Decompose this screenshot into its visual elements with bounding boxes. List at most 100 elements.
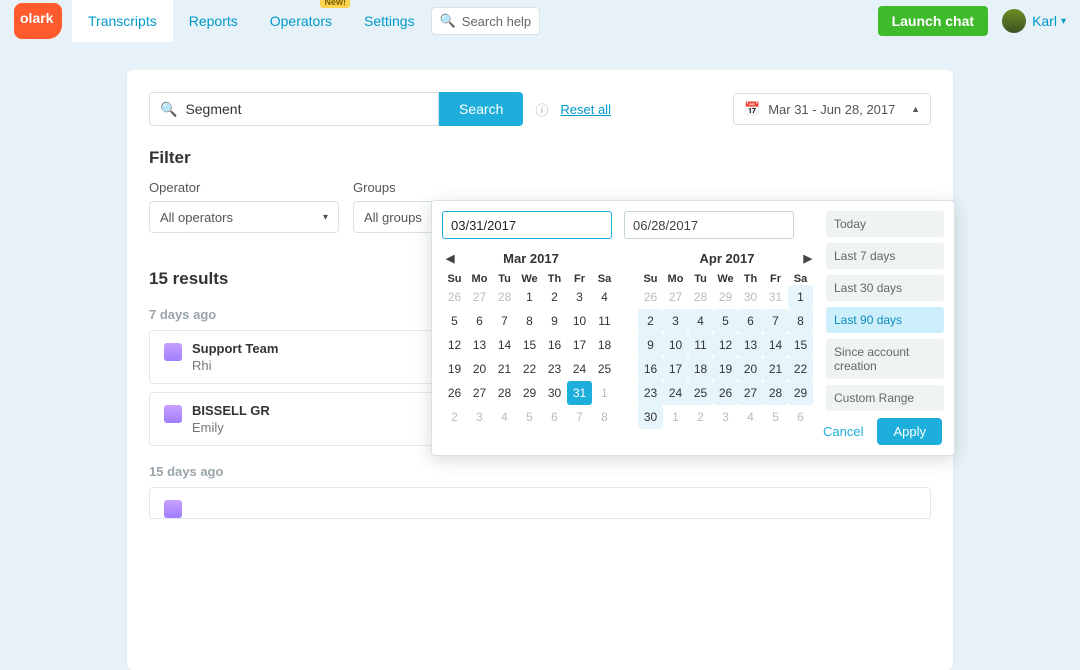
reset-all-link[interactable]: Reset all (560, 102, 611, 117)
calendar-day[interactable]: 28 (492, 381, 517, 405)
calendar-day[interactable]: 26 (442, 285, 467, 309)
help-search[interactable]: 🔍 Search help (431, 7, 541, 35)
calendar-day[interactable]: 21 (763, 357, 788, 381)
calendar-day[interactable]: 31 (763, 285, 788, 309)
start-date-input[interactable] (442, 211, 612, 239)
date-range-button[interactable]: 📅 Mar 31 - Jun 28, 2017 ▲ (733, 93, 931, 125)
calendar-day[interactable]: 1 (517, 285, 542, 309)
info-icon[interactable]: ⓘ (535, 100, 548, 119)
calendar-day[interactable]: 18 (688, 357, 713, 381)
calendar-day[interactable]: 5 (713, 309, 738, 333)
calendar-day[interactable]: 24 (567, 357, 592, 381)
calendar-day[interactable]: 27 (738, 381, 763, 405)
apply-button[interactable]: Apply (877, 418, 942, 445)
user-menu-caret-icon[interactable]: ▾ (1061, 16, 1066, 27)
calendar-day[interactable]: 17 (567, 333, 592, 357)
calendar-day[interactable]: 29 (788, 381, 813, 405)
calendar-day[interactable]: 22 (788, 357, 813, 381)
calendar-day[interactable]: 14 (492, 333, 517, 357)
calendar-day[interactable]: 18 (592, 333, 617, 357)
calendar-day[interactable]: 28 (492, 285, 517, 309)
calendar-day[interactable]: 15 (517, 333, 542, 357)
launch-chat-button[interactable]: Launch chat (878, 6, 988, 36)
calendar-day[interactable]: 11 (592, 309, 617, 333)
calendar-day[interactable]: 30 (542, 381, 567, 405)
preset-last90[interactable]: Last 90 days (826, 307, 944, 333)
preset-last30[interactable]: Last 30 days (826, 275, 944, 301)
calendar-day[interactable]: 7 (567, 405, 592, 429)
calendar-day[interactable]: 29 (517, 381, 542, 405)
calendar-day[interactable]: 6 (738, 309, 763, 333)
calendar-day[interactable]: 23 (638, 381, 663, 405)
calendar-day[interactable]: 17 (663, 357, 688, 381)
calendar-day[interactable]: 28 (688, 285, 713, 309)
nav-settings[interactable]: Settings (348, 0, 431, 42)
calendar-day[interactable]: 2 (442, 405, 467, 429)
calendar-day[interactable]: 8 (788, 309, 813, 333)
calendar-day[interactable]: 3 (713, 405, 738, 429)
calendar-day[interactable]: 6 (788, 405, 813, 429)
calendar-day[interactable]: 12 (442, 333, 467, 357)
calendar-day[interactable]: 7 (492, 309, 517, 333)
preset-last7[interactable]: Last 7 days (826, 243, 944, 269)
calendar-day[interactable]: 19 (442, 357, 467, 381)
calendar-day[interactable]: 3 (567, 285, 592, 309)
calendar-day[interactable]: 1 (788, 285, 813, 309)
calendar-day[interactable]: 23 (542, 357, 567, 381)
calendar-day[interactable]: 2 (542, 285, 567, 309)
next-month-icon[interactable]: ▶ (800, 249, 816, 268)
calendar-day[interactable]: 16 (638, 357, 663, 381)
calendar-day[interactable]: 27 (663, 285, 688, 309)
transcript-row[interactable] (149, 487, 931, 519)
logo[interactable]: olark (14, 3, 62, 39)
calendar-day[interactable]: 25 (688, 381, 713, 405)
calendar-day[interactable]: 8 (517, 309, 542, 333)
search-input[interactable]: 🔍 Segment (149, 92, 439, 126)
preset-today[interactable]: Today (826, 211, 944, 237)
calendar-day[interactable]: 30 (638, 405, 663, 429)
calendar-day[interactable]: 12 (713, 333, 738, 357)
calendar-day[interactable]: 7 (763, 309, 788, 333)
calendar-day[interactable]: 26 (442, 381, 467, 405)
calendar-day[interactable]: 16 (542, 333, 567, 357)
calendar-day[interactable]: 25 (592, 357, 617, 381)
calendar-day[interactable]: 5 (442, 309, 467, 333)
calendar-day[interactable]: 5 (763, 405, 788, 429)
calendar-day[interactable]: 6 (542, 405, 567, 429)
calendar-day[interactable]: 13 (467, 333, 492, 357)
calendar-day[interactable]: 4 (688, 309, 713, 333)
calendar-day[interactable]: 21 (492, 357, 517, 381)
calendar-day[interactable]: 1 (663, 405, 688, 429)
calendar-day[interactable]: 26 (713, 381, 738, 405)
calendar-day[interactable]: 3 (663, 309, 688, 333)
calendar-day[interactable]: 1 (592, 381, 617, 405)
nav-transcripts[interactable]: Transcripts (72, 0, 173, 42)
calendar-day[interactable]: 11 (688, 333, 713, 357)
calendar-day[interactable]: 20 (738, 357, 763, 381)
calendar-day[interactable]: 30 (738, 285, 763, 309)
calendar-day[interactable]: 20 (467, 357, 492, 381)
calendar-day[interactable]: 22 (517, 357, 542, 381)
calendar-day[interactable]: 24 (663, 381, 688, 405)
calendar-day[interactable]: 26 (638, 285, 663, 309)
calendar-day[interactable]: 29 (713, 285, 738, 309)
calendar-day[interactable]: 4 (492, 405, 517, 429)
calendar-day[interactable]: 10 (567, 309, 592, 333)
calendar-day[interactable]: 28 (763, 381, 788, 405)
search-button[interactable]: Search (439, 92, 523, 126)
calendar-day[interactable]: 9 (638, 333, 663, 357)
nav-operators[interactable]: Operators New! (254, 0, 348, 42)
calendar-day[interactable]: 4 (738, 405, 763, 429)
avatar[interactable] (1002, 9, 1026, 33)
calendar-day[interactable]: 6 (467, 309, 492, 333)
calendar-day[interactable]: 27 (467, 285, 492, 309)
calendar-day[interactable]: 13 (738, 333, 763, 357)
end-date-input[interactable] (624, 211, 794, 239)
calendar-day[interactable]: 14 (763, 333, 788, 357)
calendar-day[interactable]: 2 (688, 405, 713, 429)
calendar-day[interactable]: 4 (592, 285, 617, 309)
operator-dropdown[interactable]: All operators ▾ (149, 201, 339, 233)
calendar-day[interactable]: 5 (517, 405, 542, 429)
calendar-day[interactable]: 10 (663, 333, 688, 357)
username[interactable]: Karl (1032, 13, 1057, 29)
